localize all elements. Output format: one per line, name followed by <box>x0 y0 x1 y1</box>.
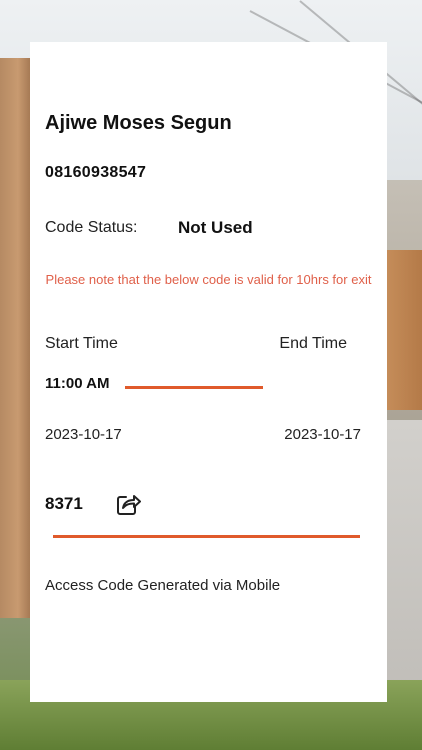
user-name: Ajiwe Moses Segun <box>45 112 232 134</box>
access-code-card: Ajiwe Moses Segun 08160938547 Code Statu… <box>30 42 387 702</box>
access-code: 8371 <box>45 494 83 513</box>
end-date: 2023-10-17 <box>284 426 361 443</box>
start-time-label: Start Time <box>45 335 118 352</box>
share-button[interactable] <box>112 488 144 520</box>
start-date: 2023-10-17 <box>45 426 122 443</box>
background-wall <box>382 250 422 410</box>
code-status-value: Not Used <box>178 218 253 237</box>
validity-notice: Please note that the below code is valid… <box>45 272 372 287</box>
code-status-label: Code Status: <box>45 219 138 236</box>
screen: Ajiwe Moses Segun 08160938547 Code Statu… <box>0 0 422 750</box>
user-phone: 08160938547 <box>45 164 147 181</box>
generation-source: Access Code Generated via Mobile <box>45 577 281 594</box>
start-time-value: 11:00 AM <box>45 375 110 392</box>
share-icon <box>117 495 141 515</box>
background-wall <box>0 58 30 618</box>
end-time-label: End Time <box>279 335 347 352</box>
time-divider <box>125 386 263 389</box>
code-divider <box>53 535 360 538</box>
